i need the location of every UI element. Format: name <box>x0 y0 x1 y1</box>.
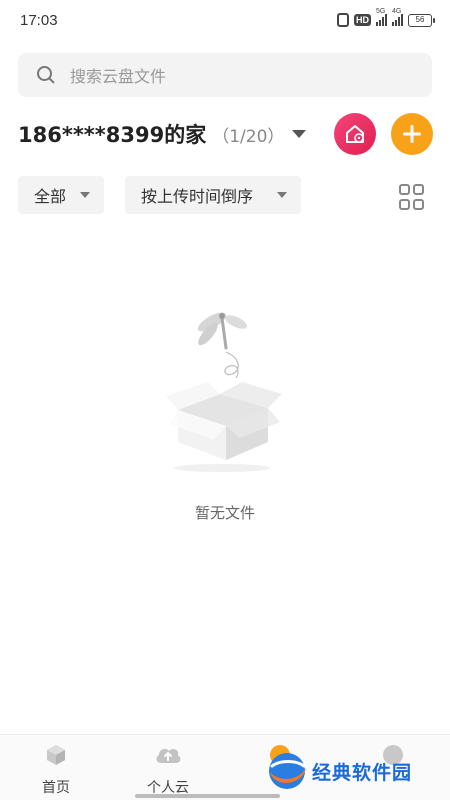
family-header: 186****8399的家 （1/20） <box>18 112 433 156</box>
grid-view-toggle-icon[interactable] <box>399 184 425 210</box>
search-bar[interactable]: 搜索云盘文件 <box>18 53 432 97</box>
empty-state-message: 暂无文件 <box>194 504 255 522</box>
sort-order-label: 按上传时间倒序 <box>141 187 254 206</box>
cloud-upload-icon <box>156 748 181 763</box>
family-name[interactable]: 186****8399的家 <box>18 119 206 149</box>
watermark: 经典软件园 <box>266 748 441 794</box>
nav-item-personal-cloud[interactable]: 个人云 <box>128 743 208 797</box>
status-icons: HD 5G 4G 56 <box>337 8 435 27</box>
signal-5g-icon: 5G <box>376 8 387 26</box>
sort-order-dropdown[interactable]: 按上传时间倒序 <box>125 176 301 214</box>
watermark-logo-icon <box>269 753 306 789</box>
plus-icon <box>403 125 421 143</box>
dragonfly-icon <box>197 312 248 350</box>
search-placeholder: 搜索云盘文件 <box>70 67 167 86</box>
chevron-down-icon <box>80 192 90 198</box>
home-indicator <box>135 794 280 798</box>
hd-icon: HD <box>354 14 371 26</box>
nav-label-home: 首页 <box>42 780 70 796</box>
vibrate-icon <box>337 13 349 27</box>
empty-box-illustration <box>166 312 282 472</box>
signal-4g-icon: 4G <box>392 8 403 26</box>
status-bar: 17:03 HD 5G 4G 56 <box>0 0 450 40</box>
home-settings-button[interactable] <box>334 113 376 155</box>
family-switch-caret-icon[interactable] <box>292 130 306 138</box>
cube-icon <box>47 745 65 765</box>
watermark-text: 经典软件园 <box>312 761 413 784</box>
search-icon <box>36 65 56 85</box>
battery-icon: 56 <box>408 13 435 27</box>
type-filter-label: 全部 <box>34 187 67 206</box>
family-member-count: （1/20） <box>212 126 285 147</box>
chevron-down-icon <box>277 192 287 198</box>
status-time: 17:03 <box>20 12 58 29</box>
home-gear-icon <box>346 125 364 143</box>
add-button[interactable] <box>391 113 433 155</box>
nav-item-home[interactable]: 首页 <box>16 743 96 797</box>
type-filter-dropdown[interactable]: 全部 <box>18 176 104 214</box>
open-box-icon <box>166 382 282 460</box>
